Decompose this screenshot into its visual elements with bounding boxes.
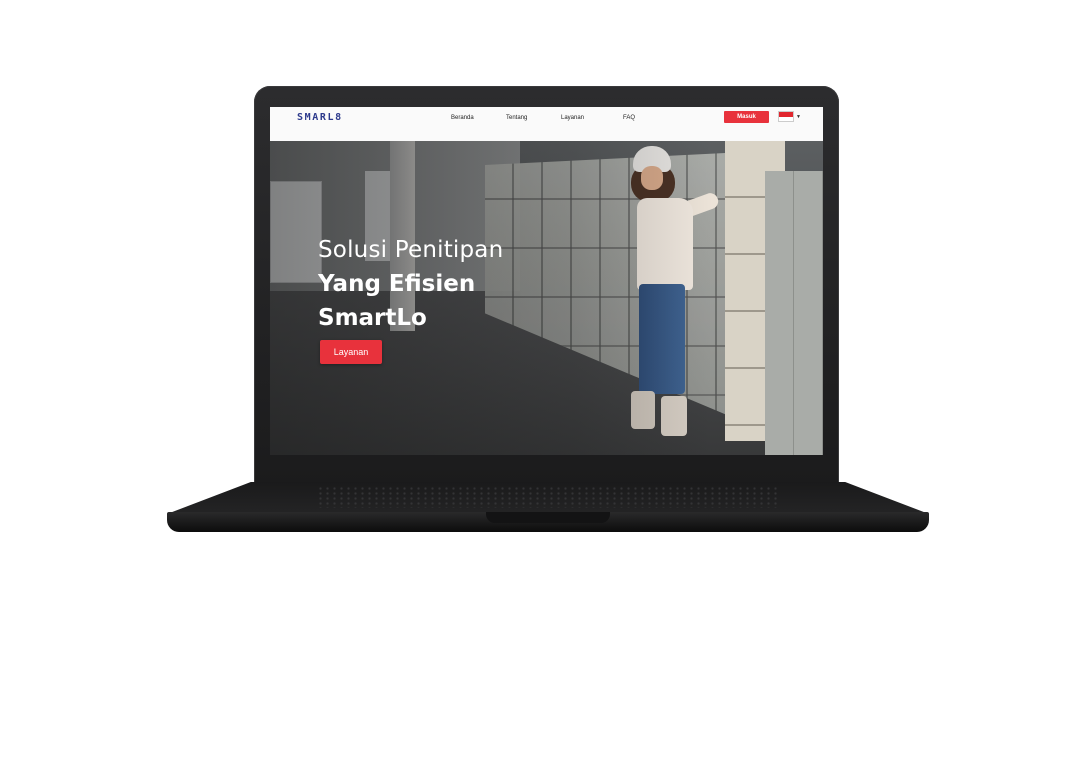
nav-link-tentang[interactable]: Tentang <box>506 115 527 121</box>
hero-title-line2: Yang Efisien <box>318 271 476 297</box>
nav-link-beranda[interactable]: Beranda <box>451 115 474 121</box>
laptop-open-notch <box>486 512 610 523</box>
language-selector[interactable]: ▼ <box>778 111 802 123</box>
laptop-base <box>167 482 929 532</box>
login-button[interactable]: Masuk <box>724 111 769 123</box>
site-navbar: SMARL8 Beranda Tentang Layanan FAQ Masuk… <box>270 107 823 141</box>
laptop-screen: SMARL8 Beranda Tentang Layanan FAQ Masuk… <box>270 107 823 455</box>
hero-layanan-button[interactable]: Layanan <box>320 340 382 364</box>
site-logo[interactable]: SMARL8 <box>297 112 343 123</box>
laptop-keyboard <box>317 486 779 508</box>
hero-section: Solusi Penitipan Yang Efisien SmartLo La… <box>270 141 823 455</box>
caret-down-icon: ▼ <box>796 114 801 120</box>
hero-title-line3: SmartLo <box>318 305 427 331</box>
indonesia-flag-icon <box>778 111 794 122</box>
nav-link-layanan[interactable]: Layanan <box>561 115 584 121</box>
nav-link-faq[interactable]: FAQ <box>623 115 635 121</box>
hero-title: Solusi Penitipan Yang Efisien SmartLo <box>318 233 503 335</box>
hero-title-line1: Solusi Penitipan <box>318 237 504 263</box>
